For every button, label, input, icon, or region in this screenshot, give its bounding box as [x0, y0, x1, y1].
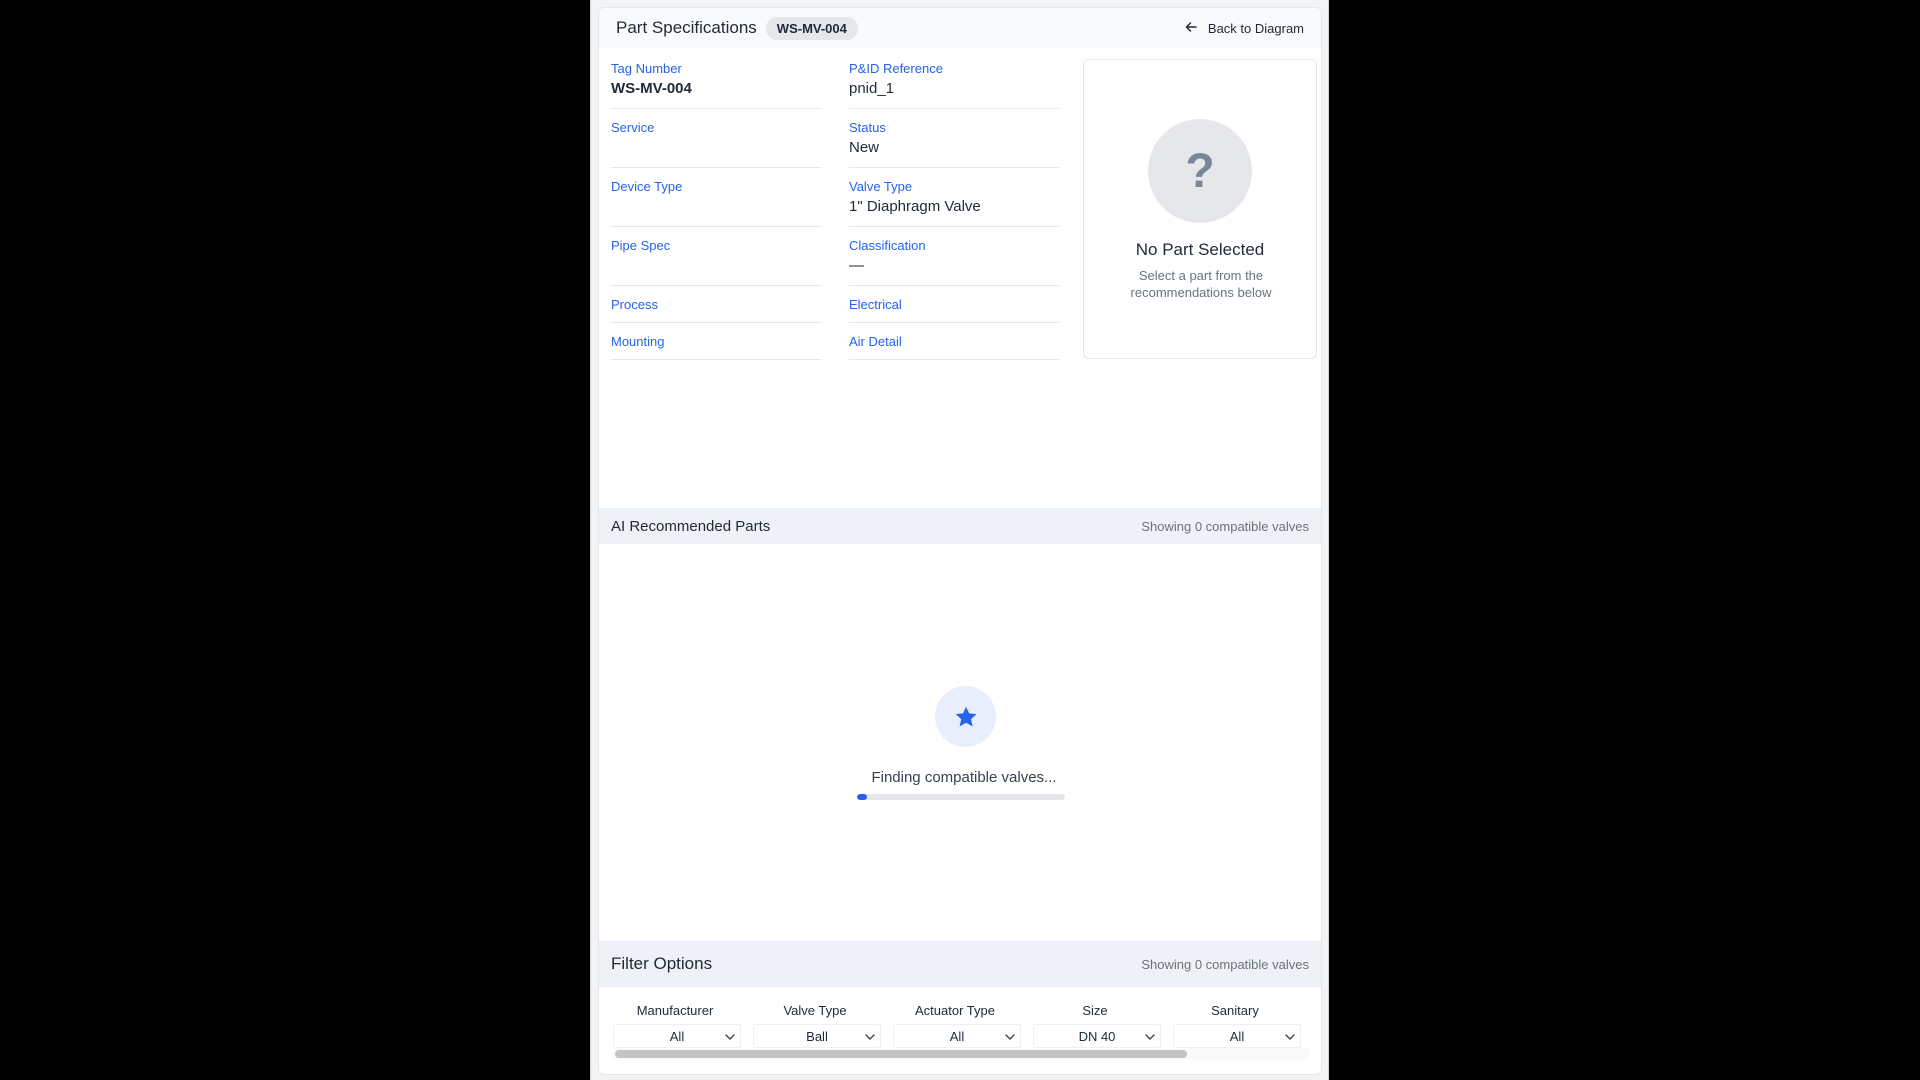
- filter-scrollbar[interactable]: [613, 1048, 1309, 1060]
- spec-process: Process: [611, 297, 821, 312]
- divider: [611, 167, 821, 168]
- no-part-title: No Part Selected: [1135, 240, 1265, 259]
- filter-actuator-type: Actuator Type All: [891, 994, 1031, 1050]
- spec-value: New: [849, 139, 880, 156]
- star-icon: [935, 686, 996, 747]
- filter-row: Manufacturer All Valve Type Ball Actuato…: [611, 994, 1311, 1050]
- tag-badge: WS-MV-004: [765, 16, 858, 40]
- spec-tag-number: Tag Number WS-MV-004: [611, 61, 821, 97]
- select-value: All: [949, 1028, 965, 1044]
- loading-text: Finding compatible valves...: [871, 769, 1057, 786]
- loading-progress-bar: [857, 794, 1065, 800]
- recommended-parts-title: AI Recommended Parts: [611, 518, 771, 535]
- spec-label: Device Type: [611, 179, 683, 194]
- divider: [849, 108, 1059, 109]
- filter-label: Size: [1082, 1003, 1108, 1018]
- spec-label: Valve Type: [849, 179, 913, 194]
- divider: [611, 108, 821, 109]
- back-to-diagram-button[interactable]: Back to Diagram: [1184, 20, 1304, 37]
- select-value: Ball: [806, 1028, 828, 1044]
- spec-valve-type: Valve Type 1" Diaphragm Valve: [849, 179, 1059, 215]
- chevron-down-icon: [1005, 1034, 1015, 1040]
- spec-label: Electrical: [849, 297, 902, 312]
- part-specifications-panel: Part Specifications WS-MV-004 Back to Di…: [598, 7, 1322, 1075]
- size-select[interactable]: DN 40: [1033, 1024, 1161, 1048]
- spec-air-detail: Air Detail: [849, 334, 1059, 349]
- divider: [611, 359, 821, 360]
- spec-label: Classification: [849, 238, 926, 253]
- filter-label: Sanitary: [1211, 1003, 1259, 1018]
- chevron-down-icon: [865, 1034, 875, 1040]
- recommended-parts-header: AI Recommended Parts Showing 0 compatibl…: [599, 508, 1321, 544]
- select-value: All: [669, 1028, 685, 1044]
- spec-pipe-spec: Pipe Spec: [611, 238, 821, 257]
- filter-options-header: Filter Options Showing 0 compatible valv…: [599, 941, 1321, 987]
- progress-fill: [857, 794, 868, 800]
- filter-count: Showing 0 compatible valves: [1141, 957, 1309, 972]
- page-title: Part Specifications: [616, 18, 757, 37]
- spec-label: Status: [849, 120, 886, 135]
- valve-type-select[interactable]: Ball: [753, 1024, 881, 1048]
- divider: [611, 285, 821, 286]
- filter-label: Actuator Type: [915, 1003, 995, 1018]
- chevron-down-icon: [1145, 1034, 1155, 1040]
- spec-label: Pipe Spec: [611, 238, 671, 253]
- spec-mounting: Mounting: [611, 334, 821, 349]
- question-icon: ?: [1148, 119, 1252, 223]
- filter-label: Manufacturer: [636, 1003, 714, 1018]
- panel-header: Part Specifications WS-MV-004 Back to Di…: [599, 8, 1321, 48]
- spec-label: Tag Number: [611, 61, 682, 76]
- spec-label: Air Detail: [849, 334, 902, 349]
- no-part-card: ? No Part Selected Select a part from th…: [1083, 59, 1317, 359]
- no-part-subtitle: Select a part from the recommendations b…: [1130, 268, 1272, 300]
- actuator-type-select[interactable]: All: [893, 1024, 1021, 1048]
- sanitary-select[interactable]: All: [1173, 1024, 1301, 1048]
- manufacturer-select[interactable]: All: [613, 1024, 741, 1048]
- spec-pid-reference: P&ID Reference pnid_1: [849, 61, 1059, 97]
- spec-label: P&ID Reference: [849, 61, 943, 76]
- spec-label: Process: [611, 297, 658, 312]
- app-window: Part Specifications WS-MV-004 Back to Di…: [590, 0, 1329, 1080]
- select-value: All: [1229, 1028, 1245, 1044]
- spec-label: Mounting: [611, 334, 665, 349]
- spec-electrical: Electrical: [849, 297, 1059, 312]
- spec-service: Service: [611, 120, 821, 139]
- select-value: DN 40: [1078, 1028, 1116, 1044]
- spec-value: 1" Diaphragm Valve: [849, 198, 981, 215]
- spec-classification: Classification —: [849, 238, 1059, 274]
- divider: [849, 322, 1059, 323]
- spec-label: Service: [611, 120, 655, 135]
- filter-size: Size DN 40: [1031, 994, 1171, 1050]
- scrollbar-thumb[interactable]: [615, 1050, 1187, 1058]
- divider: [849, 359, 1059, 360]
- spec-status: Status New: [849, 120, 1059, 156]
- spec-value: WS-MV-004: [611, 80, 692, 97]
- divider: [849, 226, 1059, 227]
- divider: [849, 285, 1059, 286]
- filter-sanitary: Sanitary All: [1171, 994, 1311, 1050]
- recommended-count: Showing 0 compatible valves: [1141, 519, 1309, 534]
- filter-label: Valve Type: [783, 1003, 847, 1018]
- spec-value: —: [849, 257, 864, 274]
- divider: [611, 322, 821, 323]
- chevron-down-icon: [725, 1034, 735, 1040]
- back-to-diagram-label: Back to Diagram: [1207, 21, 1304, 36]
- filter-options-title: Filter Options: [611, 954, 713, 973]
- divider: [611, 226, 821, 227]
- spec-value: pnid_1: [849, 80, 895, 97]
- filter-valve-type: Valve Type Ball: [751, 994, 891, 1050]
- spec-device-type: Device Type: [611, 179, 821, 198]
- divider: [849, 167, 1059, 168]
- filter-manufacturer: Manufacturer All: [611, 994, 751, 1050]
- arrow-left-icon: [1184, 20, 1198, 37]
- chevron-down-icon: [1285, 1034, 1295, 1040]
